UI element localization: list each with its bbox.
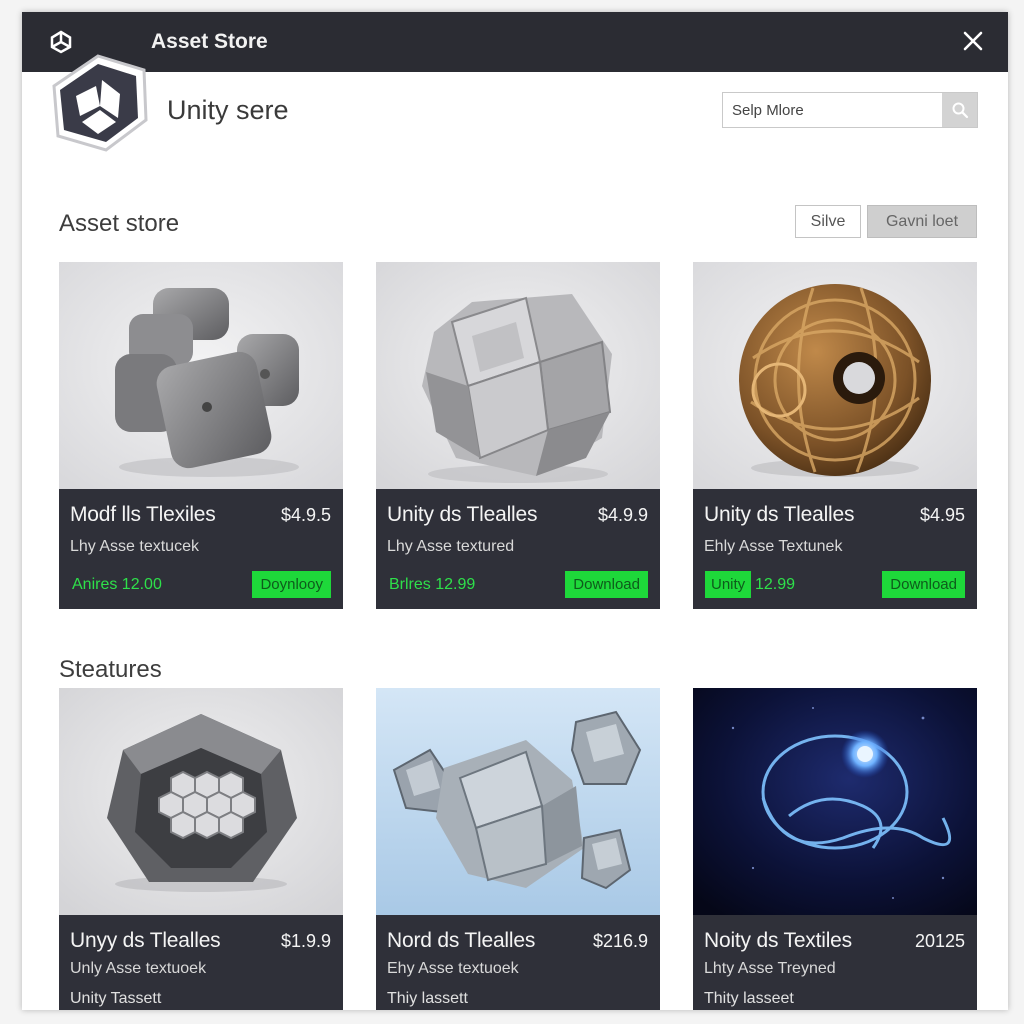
section-title-features: Steatures xyxy=(59,656,162,683)
search-input[interactable] xyxy=(723,93,942,127)
asset-description: Ehly Asse Textunek xyxy=(704,538,843,555)
asset-thumbnail xyxy=(59,688,343,915)
asset-card[interactable]: Nord ds Tlealles $216.9 Ehy Asse textuoe… xyxy=(376,688,660,1010)
asset-card[interactable]: Noity ds Textiles 20125 Lhty Asse Treyne… xyxy=(693,688,977,1010)
asset-meta: Brlres 12.99 xyxy=(389,576,476,593)
save-button[interactable]: Silve xyxy=(795,205,861,238)
asset-price: $4.9.9 xyxy=(597,505,648,525)
search-box xyxy=(722,92,978,128)
window-title: Asset Store xyxy=(151,30,268,53)
asset-subtitle: Thiy lassett xyxy=(387,990,468,1007)
asset-description: Lhty Asse Treyned xyxy=(704,960,836,977)
download-button[interactable]: Download xyxy=(565,571,648,598)
asset-description: Lhy Asse textured xyxy=(387,538,515,555)
asset-description: Lhy Asse textucek xyxy=(70,538,199,555)
asset-store-window: Asset Store Unity sere Asset store Silve… xyxy=(22,12,1008,1010)
asset-meta: Anires 12.00 xyxy=(72,576,162,593)
search-button[interactable] xyxy=(942,93,977,127)
alt-action-button[interactable]: Gavni loet xyxy=(867,205,977,238)
asset-price: 20125 xyxy=(914,931,965,951)
asset-subtitle: Thity lasseet xyxy=(704,990,794,1007)
asset-thumbnail xyxy=(376,262,660,489)
asset-name: Noity ds Textiles xyxy=(704,929,852,952)
asset-price: $4.9.5 xyxy=(280,505,331,525)
asset-price: $4.95 xyxy=(919,505,965,525)
download-button[interactable]: Download xyxy=(882,571,965,598)
download-button[interactable]: Doynlooy xyxy=(252,571,331,598)
asset-name: Unyy ds Tlealles xyxy=(70,929,221,952)
asset-subtitle: Unity Tassett xyxy=(70,990,162,1007)
asset-card[interactable]: Unyy ds Tlealles $1.9.9 Unly Asse textuo… xyxy=(59,688,343,1010)
unity-logo xyxy=(52,54,148,152)
asset-meta: 12.99 xyxy=(755,576,796,593)
asset-thumbnail xyxy=(376,688,660,915)
asset-name: Unity ds Tlealles xyxy=(387,503,538,526)
section-title-asset-store: Asset store xyxy=(59,210,180,237)
asset-description: Ehy Asse textuoek xyxy=(387,960,519,977)
asset-card[interactable]: Unity ds Tlealles $4.95 Ehly Asse Textun… xyxy=(693,262,977,609)
asset-thumbnail xyxy=(693,262,977,489)
asset-description: Unly Asse textuoek xyxy=(70,960,207,977)
asset-card[interactable]: Unity ds Tlealles $4.9.9 Lhy Asse textur… xyxy=(376,262,660,609)
asset-thumbnail xyxy=(59,262,343,489)
title-bar: Asset Store xyxy=(22,12,1008,72)
asset-card[interactable]: Modf lls Tlexiles $4.9.5 Lhy Asse textuc… xyxy=(59,262,343,609)
search-icon xyxy=(952,102,968,119)
brand-title: Unity sere xyxy=(167,95,289,125)
asset-name: Nord ds Tlealles xyxy=(387,929,536,952)
unity-badge: Unity xyxy=(705,571,752,598)
asset-price: $1.9.9 xyxy=(280,931,331,951)
asset-price: $216.9 xyxy=(592,931,648,951)
close-icon[interactable] xyxy=(960,28,986,54)
asset-name: Modf lls Tlexiles xyxy=(70,503,216,526)
asset-name: Unity ds Tlealles xyxy=(704,503,855,526)
asset-thumbnail xyxy=(693,688,977,915)
